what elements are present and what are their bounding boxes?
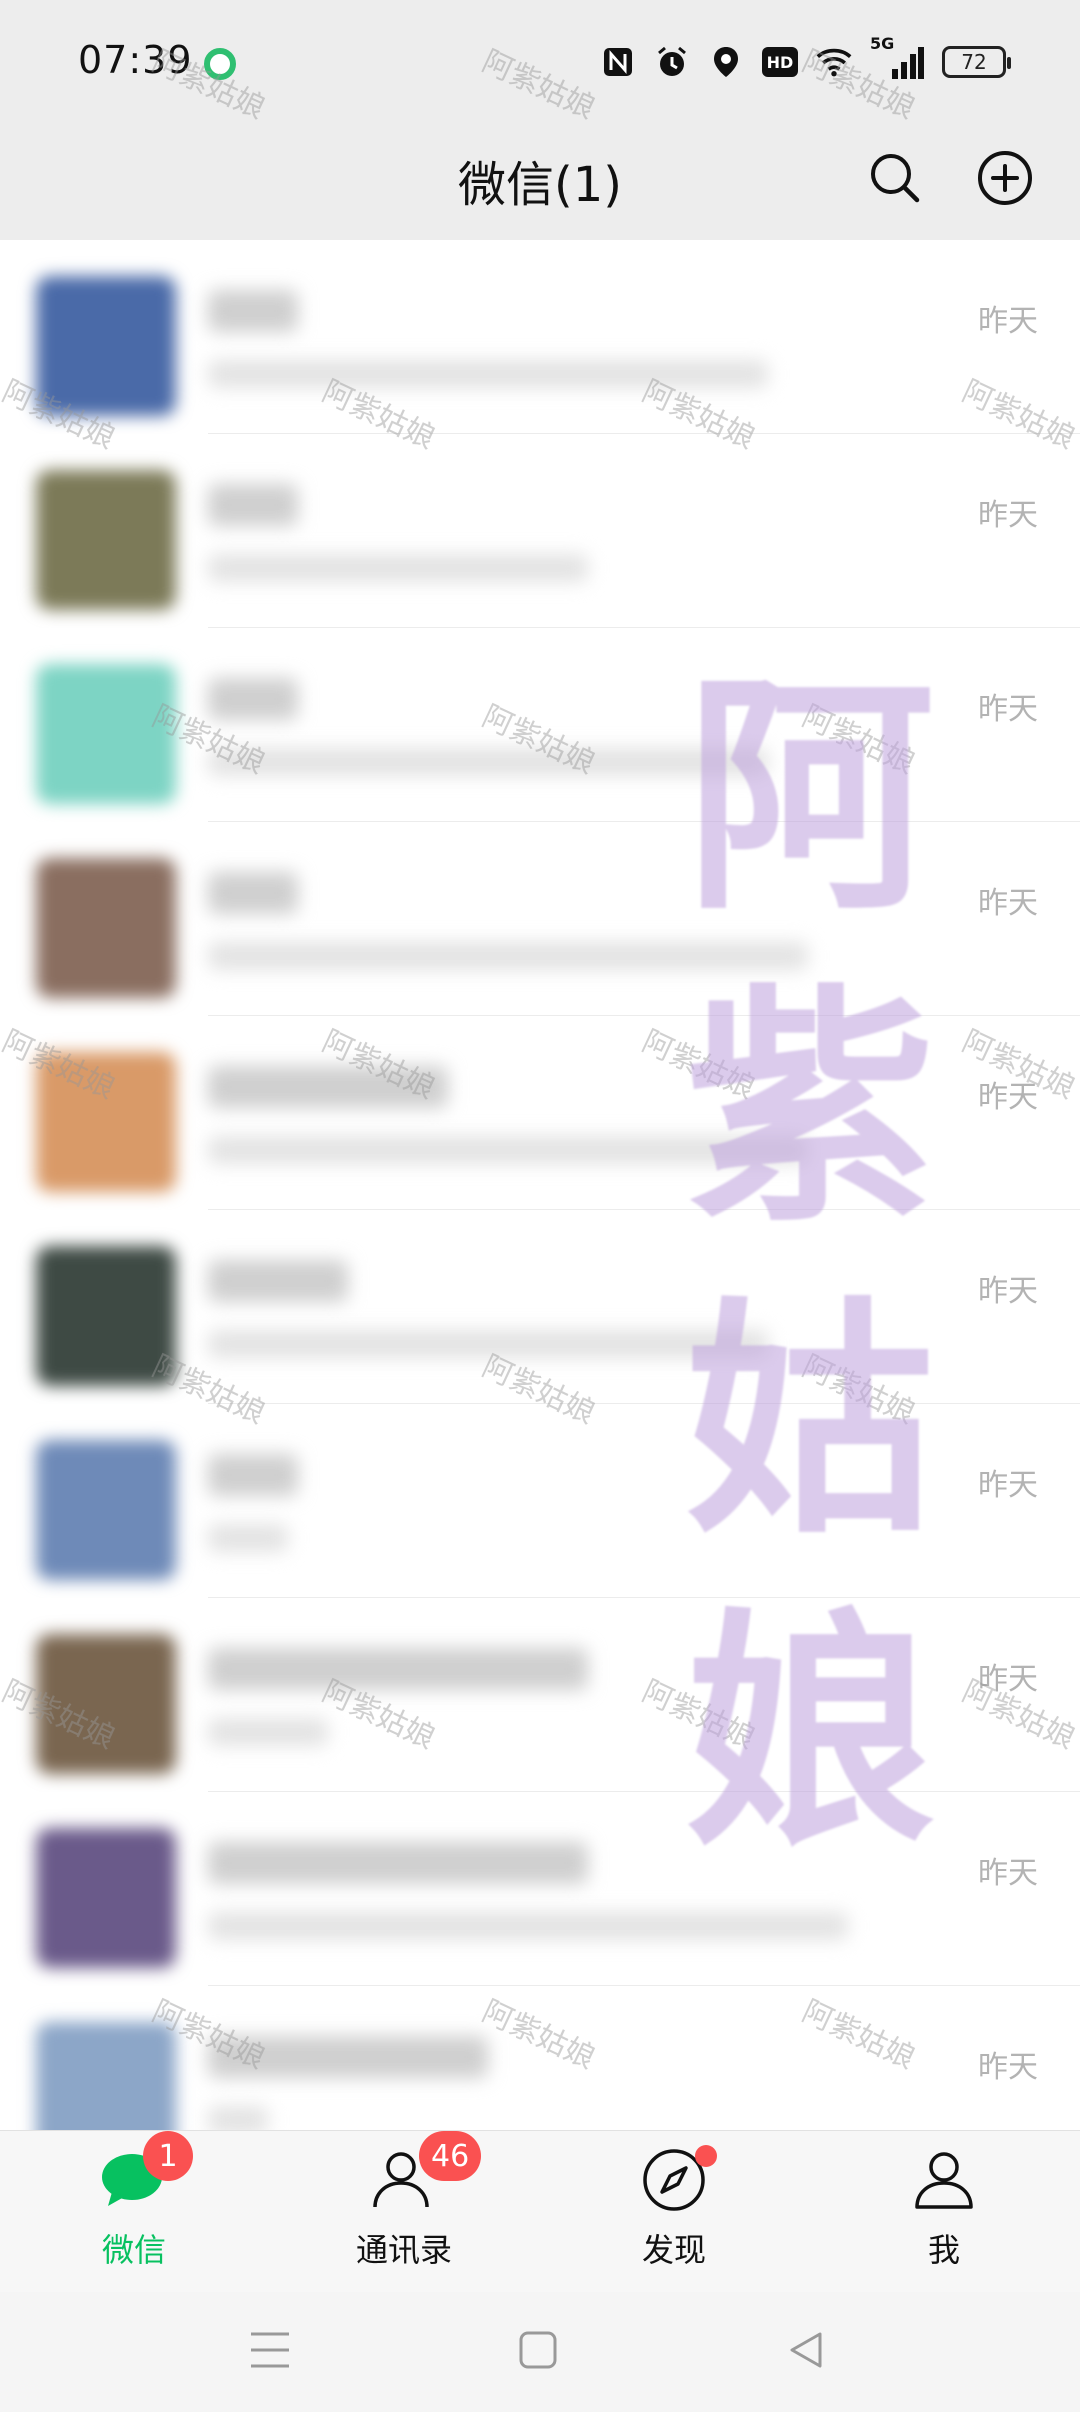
chat-name-blurred [208,2036,488,2078]
contacts-icon: 46 [369,2131,482,2215]
chat-preview-blurred [208,748,768,776]
bottom-tab-bar: 1 微信 46 通讯录 发现 我 [0,2130,1080,2292]
hd-icon: HD [762,47,798,77]
chat-name-blurred [208,872,298,914]
chat-name-blurred [208,290,298,332]
chat-row[interactable]: 昨天 [0,1404,1080,1598]
chat-row[interactable]: 昨天 [0,628,1080,822]
status-time: 07:39 [78,38,193,82]
chat-time: 昨天 [978,692,1038,727]
plus-circle-icon [978,151,1032,205]
menu-icon [251,2332,289,2368]
chat-row[interactable]: 昨天 [0,240,1080,434]
chat-preview-blurred [208,1136,808,1164]
chat-preview-blurred [208,1330,768,1358]
chats-unread-badge: 1 [143,2131,193,2181]
chat-preview-blurred [208,942,808,970]
chat-name-blurred [208,678,298,720]
nfc-icon [600,44,636,80]
square-icon [519,2331,557,2369]
avatar [36,1052,176,1192]
chat-time: 昨天 [978,304,1038,339]
status-icons: HD 5G 72 [600,34,1011,84]
avatar [36,470,176,610]
chat-time: 昨天 [978,1856,1038,1891]
chat-preview-blurred [208,360,768,388]
chat-time: 昨天 [978,498,1038,533]
back-triangle-icon [790,2332,822,2368]
system-navigation-bar [0,2292,1080,2412]
app-header: 微信(1) [0,125,1080,240]
status-bar: 07:39 HD 5G 72 [0,0,1080,125]
chat-time: 昨天 [978,886,1038,921]
tab-discover[interactable]: 发现 [574,2145,774,2285]
battery-level: 72 [961,50,987,74]
discover-dot-badge [695,2145,717,2167]
chat-bubble-icon: 1 [99,2131,193,2215]
chat-time: 昨天 [978,2050,1038,2085]
avatar [36,1246,176,1386]
avatar [36,664,176,804]
avatar [36,1634,176,1774]
battery-indicator: 72 [942,46,1011,78]
search-button[interactable] [860,143,930,213]
chat-name-blurred [208,1260,348,1302]
tab-chats-label: 微信 [101,2231,166,2269]
chat-time: 昨天 [978,1662,1038,1697]
chat-preview-blurred [208,554,588,582]
chat-name-blurred [208,484,298,526]
alarm-icon [654,44,690,80]
tab-me-label: 我 [927,2231,960,2269]
location-icon [708,44,744,80]
chat-time: 昨天 [978,1468,1038,1503]
avatar [36,1440,176,1580]
home-button[interactable] [508,2320,568,2380]
chat-name-blurred [208,1454,298,1496]
wifi-icon [816,44,852,80]
tab-discover-label: 发现 [641,2231,706,2269]
recent-apps-button[interactable] [240,2320,300,2380]
search-icon [871,154,920,203]
chat-list: 昨天 昨天 昨天 昨天 昨天 昨天 昨天 昨天 昨天 昨天 [0,240,1080,2180]
chat-name-blurred [208,1066,448,1108]
chat-name-blurred [208,1842,588,1884]
cellular-signal-icon: 5G [870,34,924,80]
avatar [36,276,176,416]
chat-row[interactable]: 昨天 [0,434,1080,628]
tab-chats[interactable]: 1 微信 [34,2131,234,2285]
tab-contacts[interactable]: 46 通讯录 [304,2131,504,2285]
chat-preview-blurred [208,1912,848,1940]
chat-row[interactable]: 昨天 [0,1598,1080,1792]
chat-time: 昨天 [978,1274,1038,1309]
avatar [36,858,176,998]
tab-me[interactable]: 我 [844,2145,1044,2285]
contacts-badge: 46 [419,2131,482,2181]
chat-preview-blurred [208,1524,288,1552]
chat-row[interactable]: 昨天 [0,1792,1080,1986]
chat-row[interactable]: 昨天 [0,1210,1080,1404]
chat-row[interactable]: 昨天 [0,822,1080,1016]
compass-icon [639,2145,717,2215]
chat-time: 昨天 [978,1080,1038,1115]
chat-row[interactable]: 昨天 [0,1016,1080,1210]
person-icon [909,2145,979,2215]
tab-contacts-label: 通讯录 [355,2231,452,2269]
avatar [36,1828,176,1968]
add-button[interactable] [970,143,1040,213]
network-type-label: 5G [870,34,895,53]
app-notification-icon [204,48,236,80]
back-button[interactable] [776,2320,836,2380]
chat-preview-blurred [208,1718,328,1746]
chat-name-blurred [208,1648,588,1690]
